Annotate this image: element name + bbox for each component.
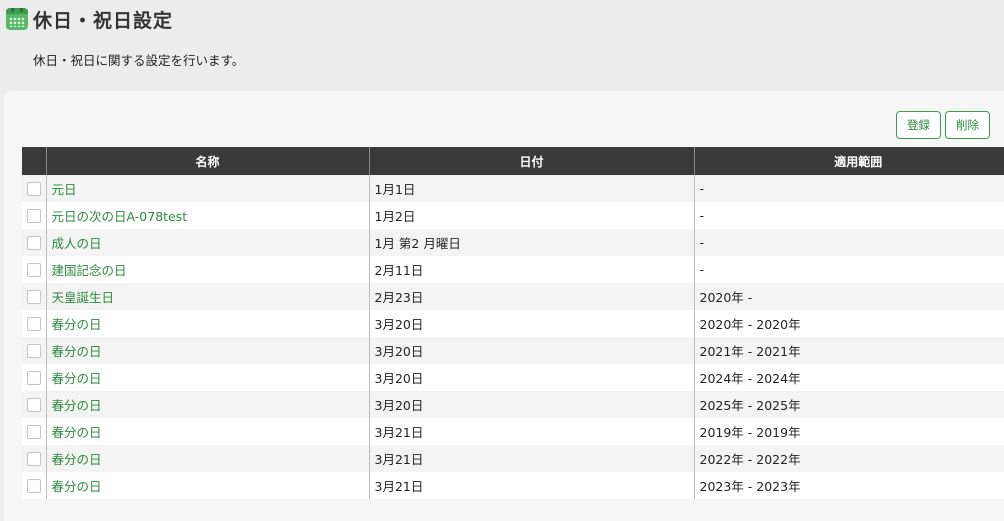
date-cell: 2月11日 bbox=[368, 256, 694, 283]
range-cell: - bbox=[693, 256, 1004, 283]
row-select-cell bbox=[22, 445, 46, 472]
row-select-cell bbox=[22, 175, 46, 202]
table-row[interactable]: 成人の日 1月 第2 月曜日 - bbox=[22, 229, 1004, 256]
row-select-cell bbox=[22, 337, 46, 364]
page-title: 休日・祝日設定 bbox=[33, 10, 174, 32]
row-select-cell bbox=[22, 283, 46, 310]
row-checkbox[interactable] bbox=[26, 479, 41, 494]
table-row[interactable]: 建国記念の日 2月11日 - bbox=[22, 256, 1004, 283]
name-cell: 春分の日 bbox=[45, 472, 369, 499]
row-checkbox[interactable] bbox=[26, 452, 41, 467]
row-checkbox[interactable] bbox=[26, 236, 41, 251]
holiday-name-link[interactable]: 天皇誕生日 bbox=[52, 290, 115, 305]
row-select-cell bbox=[22, 391, 46, 418]
name-cell: 春分の日 bbox=[45, 337, 369, 364]
name-cell: 春分の日 bbox=[45, 310, 369, 337]
table-row[interactable]: 春分の日 3月21日 2023年 - 2023年 bbox=[22, 472, 1004, 499]
range-cell: 2023年 - 2023年 bbox=[693, 472, 1004, 499]
row-checkbox[interactable] bbox=[26, 209, 41, 224]
date-cell: 3月21日 bbox=[368, 418, 694, 445]
table-row[interactable]: 春分の日 3月20日 2021年 - 2021年 bbox=[22, 337, 1004, 364]
date-cell: 1月 第2 月曜日 bbox=[368, 229, 694, 256]
date-cell: 2月23日 bbox=[368, 283, 694, 310]
name-cell: 建国記念の日 bbox=[45, 256, 369, 283]
table-row[interactable]: 元日の次の日A-078test 1月2日 - bbox=[22, 202, 1004, 229]
holiday-name-link[interactable]: 春分の日 bbox=[52, 452, 102, 467]
holiday-name-link[interactable]: 春分の日 bbox=[52, 479, 102, 494]
table-row[interactable]: 天皇誕生日 2月23日 2020年 - bbox=[22, 283, 1004, 310]
range-cell: 2019年 - 2019年 bbox=[693, 418, 1004, 445]
column-header-date[interactable]: 日付 bbox=[368, 147, 694, 175]
range-cell: 2022年 - 2022年 bbox=[693, 445, 1004, 472]
range-cell: - bbox=[693, 229, 1004, 256]
date-cell: 1月1日 bbox=[368, 175, 694, 202]
holiday-table: 名称 日付 適用範囲 元日 1月1日 - 元日の次の日A-078test 1月2日 - 成人… bbox=[22, 147, 1004, 499]
row-checkbox[interactable] bbox=[26, 317, 41, 332]
range-cell: 2024年 - 2024年 bbox=[693, 364, 1004, 391]
delete-button[interactable]: 削除 bbox=[945, 111, 990, 139]
row-select-cell bbox=[22, 310, 46, 337]
date-cell: 3月21日 bbox=[368, 445, 694, 472]
name-cell: 春分の日 bbox=[45, 391, 369, 418]
name-cell: 春分の日 bbox=[45, 445, 369, 472]
table-row[interactable]: 春分の日 3月21日 2022年 - 2022年 bbox=[22, 445, 1004, 472]
date-cell: 3月20日 bbox=[368, 364, 694, 391]
range-cell: 2021年 - 2021年 bbox=[693, 337, 1004, 364]
holiday-name-link[interactable]: 建国記念の日 bbox=[52, 263, 127, 278]
row-checkbox[interactable] bbox=[26, 371, 41, 386]
holiday-name-link[interactable]: 元日 bbox=[52, 182, 77, 197]
row-select-cell bbox=[22, 364, 46, 391]
table-body: 元日 1月1日 - 元日の次の日A-078test 1月2日 - 成人の日 1月 第2 月曜日… bbox=[22, 175, 1004, 499]
name-cell: 元日の次の日A-078test bbox=[45, 202, 369, 229]
holiday-name-link[interactable]: 春分の日 bbox=[52, 371, 102, 386]
range-cell: 2020年 - 2020年 bbox=[693, 310, 1004, 337]
range-cell: - bbox=[693, 202, 1004, 229]
row-checkbox[interactable] bbox=[26, 398, 41, 413]
range-cell: 2020年 - bbox=[693, 283, 1004, 310]
table-row[interactable]: 春分の日 3月21日 2019年 - 2019年 bbox=[22, 418, 1004, 445]
row-checkbox[interactable] bbox=[26, 425, 41, 440]
holiday-name-link[interactable]: 春分の日 bbox=[52, 344, 102, 359]
register-button[interactable]: 登録 bbox=[896, 111, 941, 139]
date-cell: 3月20日 bbox=[368, 337, 694, 364]
date-cell: 3月21日 bbox=[368, 472, 694, 499]
date-cell: 1月2日 bbox=[368, 202, 694, 229]
row-select-cell bbox=[22, 472, 46, 499]
date-cell: 3月20日 bbox=[368, 310, 694, 337]
table-row[interactable]: 春分の日 3月20日 2024年 - 2024年 bbox=[22, 364, 1004, 391]
column-header-range[interactable]: 適用範囲 bbox=[693, 147, 1004, 175]
select-column-header bbox=[22, 147, 46, 175]
range-cell: - bbox=[693, 175, 1004, 202]
row-select-cell bbox=[22, 418, 46, 445]
name-cell: 春分の日 bbox=[45, 418, 369, 445]
holiday-name-link[interactable]: 春分の日 bbox=[52, 425, 102, 440]
row-checkbox[interactable] bbox=[26, 290, 41, 305]
page-header: 休日・祝日設定 休日・祝日に関する設定を行います。 bbox=[0, 0, 1004, 90]
row-checkbox[interactable] bbox=[26, 344, 41, 359]
table-row[interactable]: 元日 1月1日 - bbox=[22, 175, 1004, 202]
holiday-name-link[interactable]: 春分の日 bbox=[52, 317, 102, 332]
name-cell: 成人の日 bbox=[45, 229, 369, 256]
page-description: 休日・祝日に関する設定を行います。 bbox=[33, 53, 245, 68]
holiday-name-link[interactable]: 成人の日 bbox=[52, 236, 102, 251]
row-checkbox[interactable] bbox=[26, 182, 41, 197]
date-cell: 3月20日 bbox=[368, 391, 694, 418]
row-select-cell bbox=[22, 256, 46, 283]
name-cell: 元日 bbox=[45, 175, 369, 202]
holiday-name-link[interactable]: 元日の次の日A-078test bbox=[52, 209, 188, 224]
table-row[interactable]: 春分の日 3月20日 2020年 - 2020年 bbox=[22, 310, 1004, 337]
holiday-name-link[interactable]: 春分の日 bbox=[52, 398, 102, 413]
column-header-name[interactable]: 名称 bbox=[45, 147, 369, 175]
name-cell: 春分の日 bbox=[45, 364, 369, 391]
range-cell: 2025年 - 2025年 bbox=[693, 391, 1004, 418]
row-select-cell bbox=[22, 229, 46, 256]
table-header-row: 名称 日付 適用範囲 bbox=[22, 147, 1004, 175]
name-cell: 天皇誕生日 bbox=[45, 283, 369, 310]
row-checkbox[interactable] bbox=[26, 263, 41, 278]
row-select-cell bbox=[22, 202, 46, 229]
calendar-icon bbox=[6, 8, 28, 30]
table-row[interactable]: 春分の日 3月20日 2025年 - 2025年 bbox=[22, 391, 1004, 418]
